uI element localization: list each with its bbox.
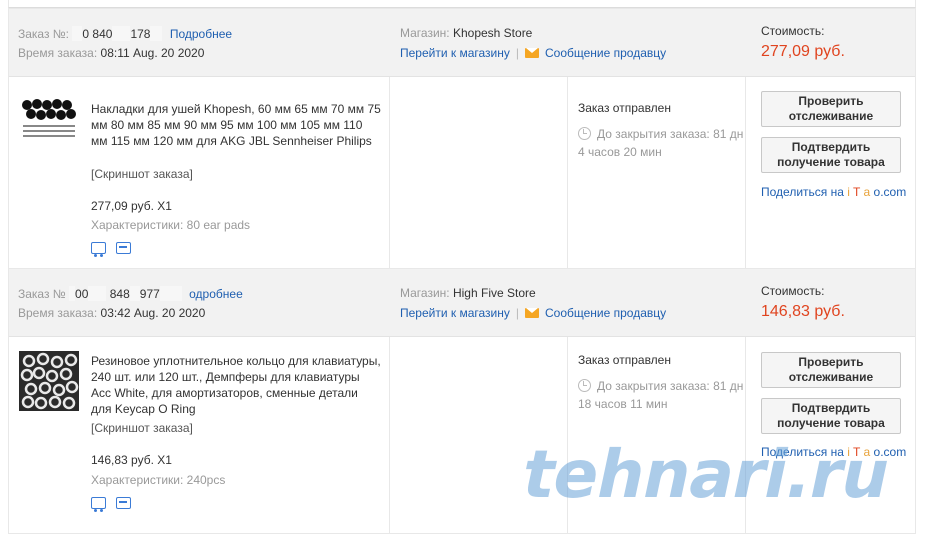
store-name: High Five Store [452,286,536,300]
order-snapshot-link[interactable]: [Скриншот заказа] [91,167,193,181]
order-card: Заказ №: 0 840 178 Подробнее Время заказа… [8,8,916,274]
order-icons [91,242,131,257]
order-time-label: Время заказа: [18,306,98,320]
order-time-row: Время заказа: 03:42 Aug. 20 2020 [18,306,205,320]
store-name: Khopesh Store [452,26,533,40]
price-quantity: 277,09 руб. X1 [91,199,172,213]
confirm-receipt-button[interactable]: Подтвердить получение товара [761,137,901,173]
price-quantity: 146,83 руб. X1 [91,453,172,467]
order-body: Накладки для ушей Khopesh, 60 мм 65 мм 7… [9,77,915,273]
order-number-row: Заказ № 00 848 977 одробнее [18,286,243,301]
order-time-value: 03:42 Aug. 20 2020 [100,306,206,320]
cost-label: Стоимость: [761,284,825,298]
share-logo-part: o.com [873,185,907,199]
order-number-part: 0 [82,27,90,41]
share-logo-part: a [863,445,871,459]
confirm-receipt-button[interactable]: Подтвердить получение товара [761,398,901,434]
shipping-icon[interactable] [91,242,106,257]
order-number-part: 178 [130,27,151,41]
shipping-icon[interactable] [91,497,106,512]
product-thumbnail[interactable] [19,351,79,411]
order-header: Заказ № 00 848 977 одробнее Время заказа:… [9,269,915,337]
store-actions: Перейти к магазину | Сообщение продавцу [400,46,667,60]
order-time-value: 08:11 Aug. 20 2020 [100,46,205,60]
store-label: Магазин: [400,286,450,300]
share-link[interactable]: Поделиться на i T a o.com [761,185,906,199]
previous-order-bottom [8,0,916,8]
attributes-value: 80 ear pads [186,218,251,232]
product-title[interactable]: Накладки для ушей Khopesh, 60 мм 65 мм 7… [91,101,381,149]
attributes: Характеристики: 240pcs [91,473,225,487]
check-tracking-button[interactable]: Проверить отслеживание [761,91,901,127]
store-row: Магазин: High Five Store [400,286,536,300]
share-logo-part: i [847,445,850,459]
order-number-part: 977 [139,287,160,301]
order-body: Резиновое уплотнительное кольцо для клав… [9,337,915,533]
order-card: Заказ № 00 848 977 одробнее Время заказа:… [8,268,916,534]
product-title[interactable]: Резиновое уплотнительное кольцо для клав… [91,353,381,417]
attributes-label: Характеристики: [91,473,184,487]
check-tracking-button[interactable]: Проверить отслеживание [761,352,901,388]
attributes-label: Характеристики: [91,218,184,232]
order-number-part: 848 [109,287,130,301]
attributes: Характеристики: 80 ear pads [91,218,250,232]
order-number-part: 00 [75,287,89,301]
details-link[interactable]: Подробнее [170,27,232,41]
clock-icon [578,127,591,140]
order-status: Заказ отправлен [578,353,671,367]
store-row: Магазин: Khopesh Store [400,26,532,40]
attributes-value: 240pcs [186,473,226,487]
cost-value: 277,09 руб. [761,43,845,60]
cost-value: 146,83 руб. [761,303,845,320]
countdown-text: До закрытия заказа: 81 дн 4 часов 20 мин [578,127,744,159]
mail-icon [525,48,539,58]
go-to-store-link[interactable]: Перейти к магазину [400,46,510,60]
message-seller-link[interactable]: Сообщение продавцу [545,306,666,320]
order-icons [91,497,131,512]
order-number-row: Заказ №: 0 840 178 Подробнее [18,26,232,41]
product-thumbnail[interactable] [19,91,79,151]
countdown: До закрытия заказа: 81 дн 18 часов 11 ми… [578,377,748,413]
order-snapshot-link[interactable]: [Скриншот заказа] [91,421,193,435]
order-number-part: 840 [92,27,113,41]
return-icon[interactable] [116,497,131,509]
share-logo-part: i [847,185,850,199]
countdown: До закрытия заказа: 81 дн 4 часов 20 мин [578,125,748,161]
return-icon[interactable] [116,242,131,254]
details-link[interactable]: одробнее [189,287,243,301]
order-number-label: Заказ № [18,287,66,301]
order-time-label: Время заказа: [18,46,98,60]
share-logo-part: T [853,445,861,459]
share-text: Поделиться на [761,445,844,459]
order-header: Заказ №: 0 840 178 Подробнее Время заказа… [9,9,915,77]
share-link[interactable]: Поделиться на i T a o.com [761,445,906,459]
share-text: Поделиться на [761,185,844,199]
share-logo-part: a [863,185,871,199]
order-status: Заказ отправлен [578,101,671,115]
order-time-row: Время заказа: 08:11 Aug. 20 2020 [18,46,204,60]
go-to-store-link[interactable]: Перейти к магазину [400,306,510,320]
share-logo-part: T [853,185,861,199]
order-number-label: Заказ №: [18,27,70,41]
store-label: Магазин: [400,26,450,40]
store-actions: Перейти к магазину | Сообщение продавцу [400,306,667,320]
mail-icon [525,308,539,318]
clock-icon [578,379,591,392]
share-logo-part: o.com [873,445,907,459]
cost-label: Стоимость: [761,24,825,38]
countdown-text: До закрытия заказа: 81 дн 18 часов 11 ми… [578,379,744,411]
message-seller-link[interactable]: Сообщение продавцу [545,46,666,60]
